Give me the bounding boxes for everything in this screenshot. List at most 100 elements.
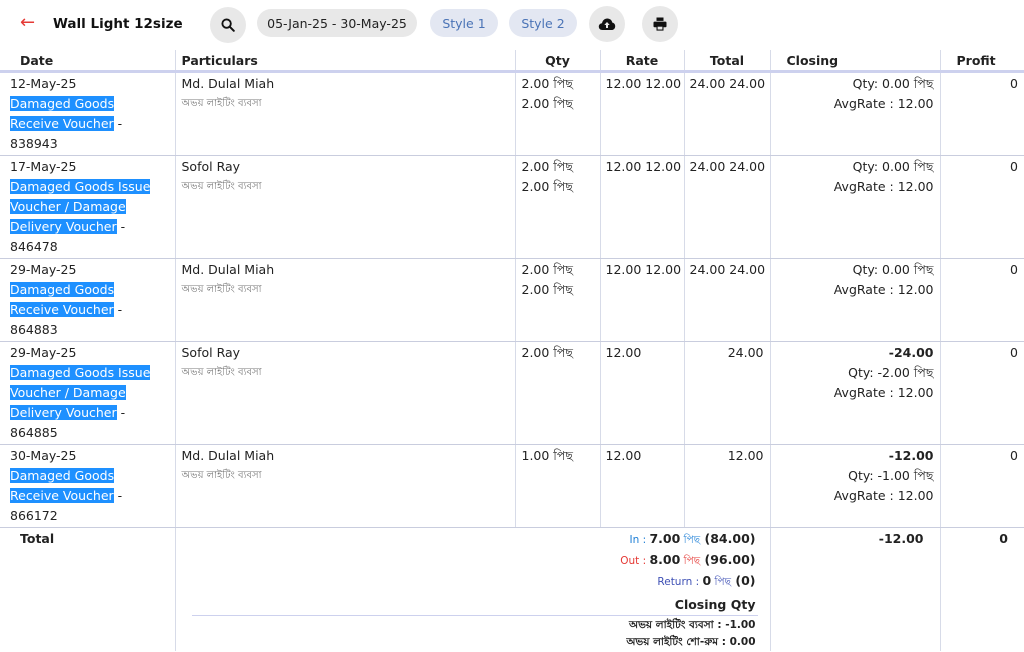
table-row: 30-May-25 Damaged Goods Receive Voucher … <box>0 444 1024 528</box>
rate-cell: 12.00 <box>599 341 684 445</box>
qty-line-1: 2.00 পিছ <box>521 345 573 360</box>
voucher-separator: - <box>113 116 123 131</box>
closing-cell: -12.00 Qty: -1.00 পিছ AvgRate : 12.00 <box>769 444 940 528</box>
voucher-number: 866172 <box>10 508 58 523</box>
particulars-cell: Sofol Ray অভয় লাইটিং ব্যবসা <box>174 341 515 445</box>
voucher-type-link[interactable]: Damaged Goods Receive Voucher <box>10 96 115 131</box>
closing-qty-line: অভয় লাইটিং ব্যবসা : -1.00 <box>629 619 756 631</box>
search-button[interactable] <box>210 7 246 43</box>
total-cell: 24.00 <box>683 341 770 445</box>
upload-button[interactable] <box>589 6 625 42</box>
particulars-cell: Md. Dulal Miah অভয় লাইটিং ব্যবসা <box>174 71 515 156</box>
table-row: 17-May-25 Damaged Goods Issue Voucher / … <box>0 155 1024 259</box>
qty-line-1: 1.00 পিছ <box>521 448 573 463</box>
closing-cell: Qty: 0.00 পিছ AvgRate : 12.00 <box>769 258 940 342</box>
return-summary: Return : 0 পিছ (0) <box>657 573 756 588</box>
voucher-number: 864883 <box>10 322 58 337</box>
summary-details: In : 7.00 পিছ (84.00) Out : 8.00 পিছ (96… <box>174 527 770 651</box>
search-icon <box>221 18 235 32</box>
date-text: 30-May-25 <box>10 448 77 463</box>
qty-cell: 2.00 পিছ <box>514 341 600 445</box>
date-text: 17-May-25 <box>10 159 77 174</box>
qty-line-2: 2.00 পিছ <box>521 96 573 111</box>
qty-cell: 2.00 পিছ 2.00 পিছ <box>514 258 600 342</box>
summary-row: Total In : 7.00 পিছ (84.00) Out : 8.00 প… <box>0 527 1024 651</box>
voucher-type-link[interactable]: Damaged Goods Issue Voucher / Damage Del… <box>10 365 151 420</box>
col-header-qty: Qty <box>514 50 600 73</box>
col-header-closing: Closing <box>769 50 940 73</box>
location-name: অভয় লাইটিং ব্যবসা <box>181 181 262 192</box>
qty-line-1: 2.00 পিছ <box>521 159 573 174</box>
profit-cell: 0 <box>939 71 1024 156</box>
voucher-number: 864885 <box>10 425 58 440</box>
closing-avgrate: AvgRate : 12.00 <box>833 282 934 297</box>
col-header-date: Date <box>0 50 175 73</box>
closing-avgrate: AvgRate : 12.00 <box>833 179 934 194</box>
table-row: 29-May-25 Damaged Goods Receive Voucher … <box>0 258 1024 342</box>
party-name: Md. Dulal Miah <box>181 262 275 277</box>
date-range-button[interactable]: 05-Jan-25 - 30-May-25 <box>257 9 417 37</box>
date-cell: 12-May-25 Damaged Goods Receive Voucher … <box>0 71 175 156</box>
particulars-cell: Md. Dulal Miah অভয় লাইটিং ব্যবসা <box>174 258 515 342</box>
closing-qty-line: অভয় লাইটিং শো-রুম : 0.00 <box>626 636 756 648</box>
total-label: Total <box>20 531 55 546</box>
date-range-label: 05-Jan-25 - 30-May-25 <box>267 15 407 31</box>
qty-line-2: 2.00 পিছ <box>521 282 573 297</box>
closing-amount: -24.00 <box>888 345 934 360</box>
closing-avgrate: AvgRate : 12.00 <box>833 488 934 503</box>
closing-cell: -24.00 Qty: -2.00 পিছ AvgRate : 12.00 <box>769 341 940 445</box>
qty-line-1: 2.00 পিছ <box>521 76 573 91</box>
qty-cell: 1.00 পিছ <box>514 444 600 528</box>
closing-qty: Qty: -1.00 পিছ <box>848 468 934 483</box>
rate-cell: 12.00 12.00 <box>599 155 684 259</box>
closing-total: -12.00 <box>769 527 940 651</box>
back-arrow-icon[interactable]: ← <box>20 12 35 33</box>
voucher-type-link[interactable]: Damaged Goods Receive Voucher <box>10 282 115 317</box>
print-icon <box>653 17 667 31</box>
particulars-cell: Md. Dulal Miah অভয় লাইটিং ব্যবসা <box>174 444 515 528</box>
rate-cell: 12.00 <box>599 444 684 528</box>
closing-cell: Qty: 0.00 পিছ AvgRate : 12.00 <box>769 71 940 156</box>
col-header-particulars: Particulars <box>174 50 515 73</box>
profit-cell: 0 <box>939 258 1024 342</box>
closing-qty: Qty: 0.00 পিছ <box>852 159 934 174</box>
style1-button[interactable]: Style 1 <box>430 9 498 37</box>
date-cell: 29-May-25 Damaged Goods Issue Voucher / … <box>0 341 175 445</box>
table-header-row: Date Particulars Qty Rate Total Closing … <box>0 50 1024 73</box>
total-cell: 24.00 24.00 <box>683 155 770 259</box>
col-header-profit: Profit <box>939 50 1024 73</box>
party-name: Md. Dulal Miah <box>181 448 275 463</box>
closing-qty: Qty: 0.00 পিছ <box>852 76 934 91</box>
style1-label: Style 1 <box>442 15 486 31</box>
date-text: 29-May-25 <box>10 262 77 277</box>
toolbar: ← Wall Light 12size 05-Jan-25 - 30-May-2… <box>0 0 1024 50</box>
voucher-type-link[interactable]: Damaged Goods Issue Voucher / Damage Del… <box>10 179 151 234</box>
date-text: 12-May-25 <box>10 76 77 91</box>
profit-cell: 0 <box>939 444 1024 528</box>
date-cell: 29-May-25 Damaged Goods Receive Voucher … <box>0 258 175 342</box>
date-text: 29-May-25 <box>10 345 77 360</box>
closing-qty: Qty: 0.00 পিছ <box>852 262 934 277</box>
qty-line-1: 2.00 পিছ <box>521 262 573 277</box>
closing-qty-title: Closing Qty <box>674 597 756 612</box>
qty-line-2: 2.00 পিছ <box>521 179 573 194</box>
qty-cell: 2.00 পিছ 2.00 পিছ <box>514 71 600 156</box>
total-cell: 24.00 24.00 <box>683 71 770 156</box>
rate-cell: 12.00 12.00 <box>599 71 684 156</box>
ledger-table: Date Particulars Qty Rate Total Closing … <box>0 50 1024 651</box>
col-header-rate: Rate <box>599 50 684 73</box>
profit-total: 0 <box>939 527 1024 651</box>
closing-amount: -12.00 <box>888 448 934 463</box>
col-header-total: Total <box>683 50 770 73</box>
closing-avgrate: AvgRate : 12.00 <box>833 385 934 400</box>
voucher-separator: - <box>113 488 123 503</box>
style2-button[interactable]: Style 2 <box>509 9 577 37</box>
table-row: 29-May-25 Damaged Goods Issue Voucher / … <box>0 341 1024 445</box>
voucher-type-link[interactable]: Damaged Goods Receive Voucher <box>10 468 115 503</box>
location-name: অভয় লাইটিং ব্যবসা <box>181 470 262 481</box>
print-button[interactable] <box>642 6 678 42</box>
qty-cell: 2.00 পিছ 2.00 পিছ <box>514 155 600 259</box>
closing-qty: Qty: -2.00 পিছ <box>848 365 934 380</box>
location-name: অভয় লাইটিং ব্যবসা <box>181 98 262 109</box>
location-name: অভয় লাইটিং ব্যবসা <box>181 284 262 295</box>
